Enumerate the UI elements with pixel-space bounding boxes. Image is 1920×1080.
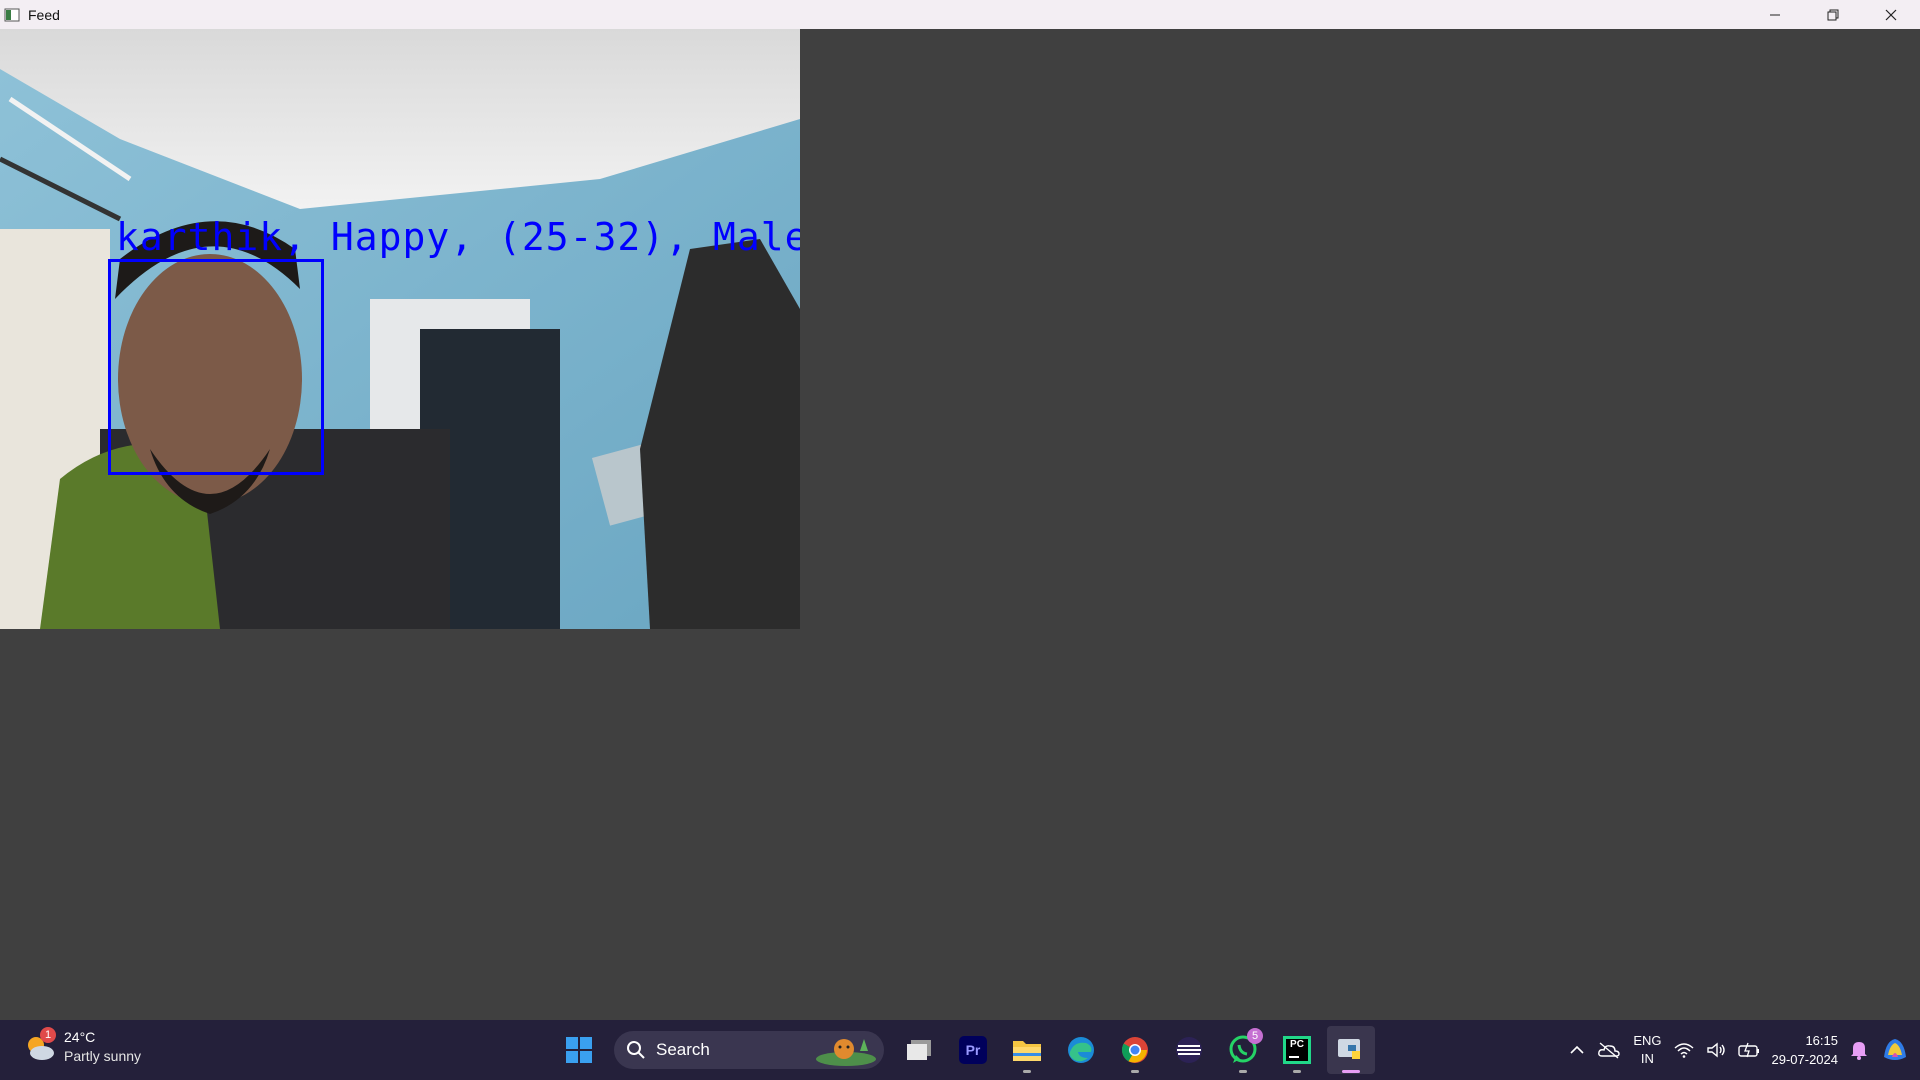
premiere-pro-button[interactable]: Pr bbox=[949, 1026, 997, 1074]
chrome-icon bbox=[1121, 1037, 1148, 1063]
camera-feed: karthik, Happy, (25-32), Male bbox=[0, 29, 800, 629]
file-explorer-button[interactable] bbox=[1003, 1026, 1051, 1074]
start-button[interactable] bbox=[555, 1026, 603, 1074]
close-icon bbox=[1885, 9, 1897, 20]
wifi-icon bbox=[1674, 1043, 1693, 1058]
python-icon bbox=[1338, 1039, 1360, 1059]
notification-badge: 5 bbox=[1247, 1028, 1263, 1044]
clock-time: 16:15 bbox=[1805, 1033, 1838, 1048]
running-indicator bbox=[1239, 1070, 1247, 1073]
language-code: ENG bbox=[1633, 1033, 1662, 1048]
python-feed-button[interactable] bbox=[1327, 1026, 1375, 1074]
battery-charging-icon bbox=[1737, 1042, 1759, 1058]
edge-button[interactable] bbox=[1057, 1026, 1105, 1074]
notifications-button[interactable] bbox=[1850, 1020, 1868, 1080]
folder-icon bbox=[1013, 1041, 1041, 1061]
task-view-button[interactable] bbox=[895, 1026, 943, 1074]
input-language-button[interactable]: ENG IN bbox=[1633, 1020, 1661, 1080]
quick-settings-button[interactable] bbox=[1674, 1020, 1760, 1080]
weather-description: Partly sunny bbox=[64, 1048, 142, 1064]
taskbar-search[interactable] bbox=[614, 1031, 884, 1069]
face-label-overlay: karthik, Happy, (25-32), Male bbox=[116, 215, 800, 259]
minimize-button[interactable] bbox=[1746, 0, 1804, 29]
title-bar[interactable]: Feed bbox=[0, 0, 1920, 29]
search-highlight-icon bbox=[816, 1039, 876, 1066]
running-indicator bbox=[1293, 1070, 1301, 1073]
whatsapp-button[interactable]: 5 bbox=[1219, 1026, 1267, 1074]
bell-icon bbox=[1851, 1042, 1867, 1060]
pycharm-button[interactable]: PC bbox=[1273, 1026, 1321, 1074]
taskbar: 1 24°C Partly sunny Search Pr 5 PC ENG I… bbox=[0, 1020, 1920, 1080]
minimize-icon bbox=[1770, 14, 1780, 15]
cloud-offline-icon bbox=[1598, 1042, 1621, 1059]
edge-icon bbox=[1068, 1037, 1094, 1063]
weather-badge: 1 bbox=[40, 1027, 56, 1043]
stripes-app-button[interactable] bbox=[1165, 1026, 1213, 1074]
restore-button[interactable] bbox=[1804, 0, 1862, 29]
restore-icon bbox=[1827, 9, 1839, 20]
copilot-icon bbox=[1884, 1039, 1906, 1060]
onedrive-button[interactable] bbox=[1597, 1020, 1621, 1080]
pycharm-label: PC bbox=[1290, 1039, 1304, 1050]
windows-logo-icon bbox=[566, 1037, 592, 1063]
stripes-icon bbox=[1176, 1037, 1202, 1063]
search-input[interactable] bbox=[654, 1039, 778, 1061]
face-detection-box bbox=[108, 259, 324, 475]
feed-window: Feed karthik, Happy, (25-32), Male bbox=[0, 0, 1920, 1020]
weather-widget[interactable]: 1 24°C Partly sunny bbox=[22, 1027, 142, 1066]
search-icon bbox=[627, 1041, 645, 1059]
running-indicator bbox=[1131, 1070, 1139, 1073]
chevron-up-icon bbox=[1570, 1045, 1584, 1054]
chrome-button[interactable] bbox=[1111, 1026, 1159, 1074]
task-view-icon bbox=[907, 1040, 931, 1060]
active-window-indicator bbox=[1342, 1070, 1360, 1073]
clock-date: 29-07-2024 bbox=[1771, 1052, 1839, 1067]
close-button[interactable] bbox=[1862, 0, 1920, 29]
clock-button[interactable]: 16:15 29-07-2024 bbox=[1772, 1020, 1839, 1080]
running-indicator bbox=[1023, 1070, 1031, 1073]
app-window-icon bbox=[4, 7, 20, 23]
copilot-button[interactable] bbox=[1880, 1020, 1910, 1080]
show-hidden-icons-button[interactable] bbox=[1569, 1020, 1585, 1080]
window-title: Feed bbox=[28, 6, 60, 23]
volume-icon bbox=[1706, 1042, 1725, 1058]
system-tray: ENG IN 16:15 29-07-2024 bbox=[1563, 1020, 1920, 1080]
weather-temperature: 24°C bbox=[64, 1029, 96, 1045]
premiere-pro-label: Pr bbox=[965, 1042, 981, 1058]
region-code: IN bbox=[1640, 1051, 1654, 1066]
partly-sunny-icon: 1 bbox=[22, 1027, 58, 1065]
